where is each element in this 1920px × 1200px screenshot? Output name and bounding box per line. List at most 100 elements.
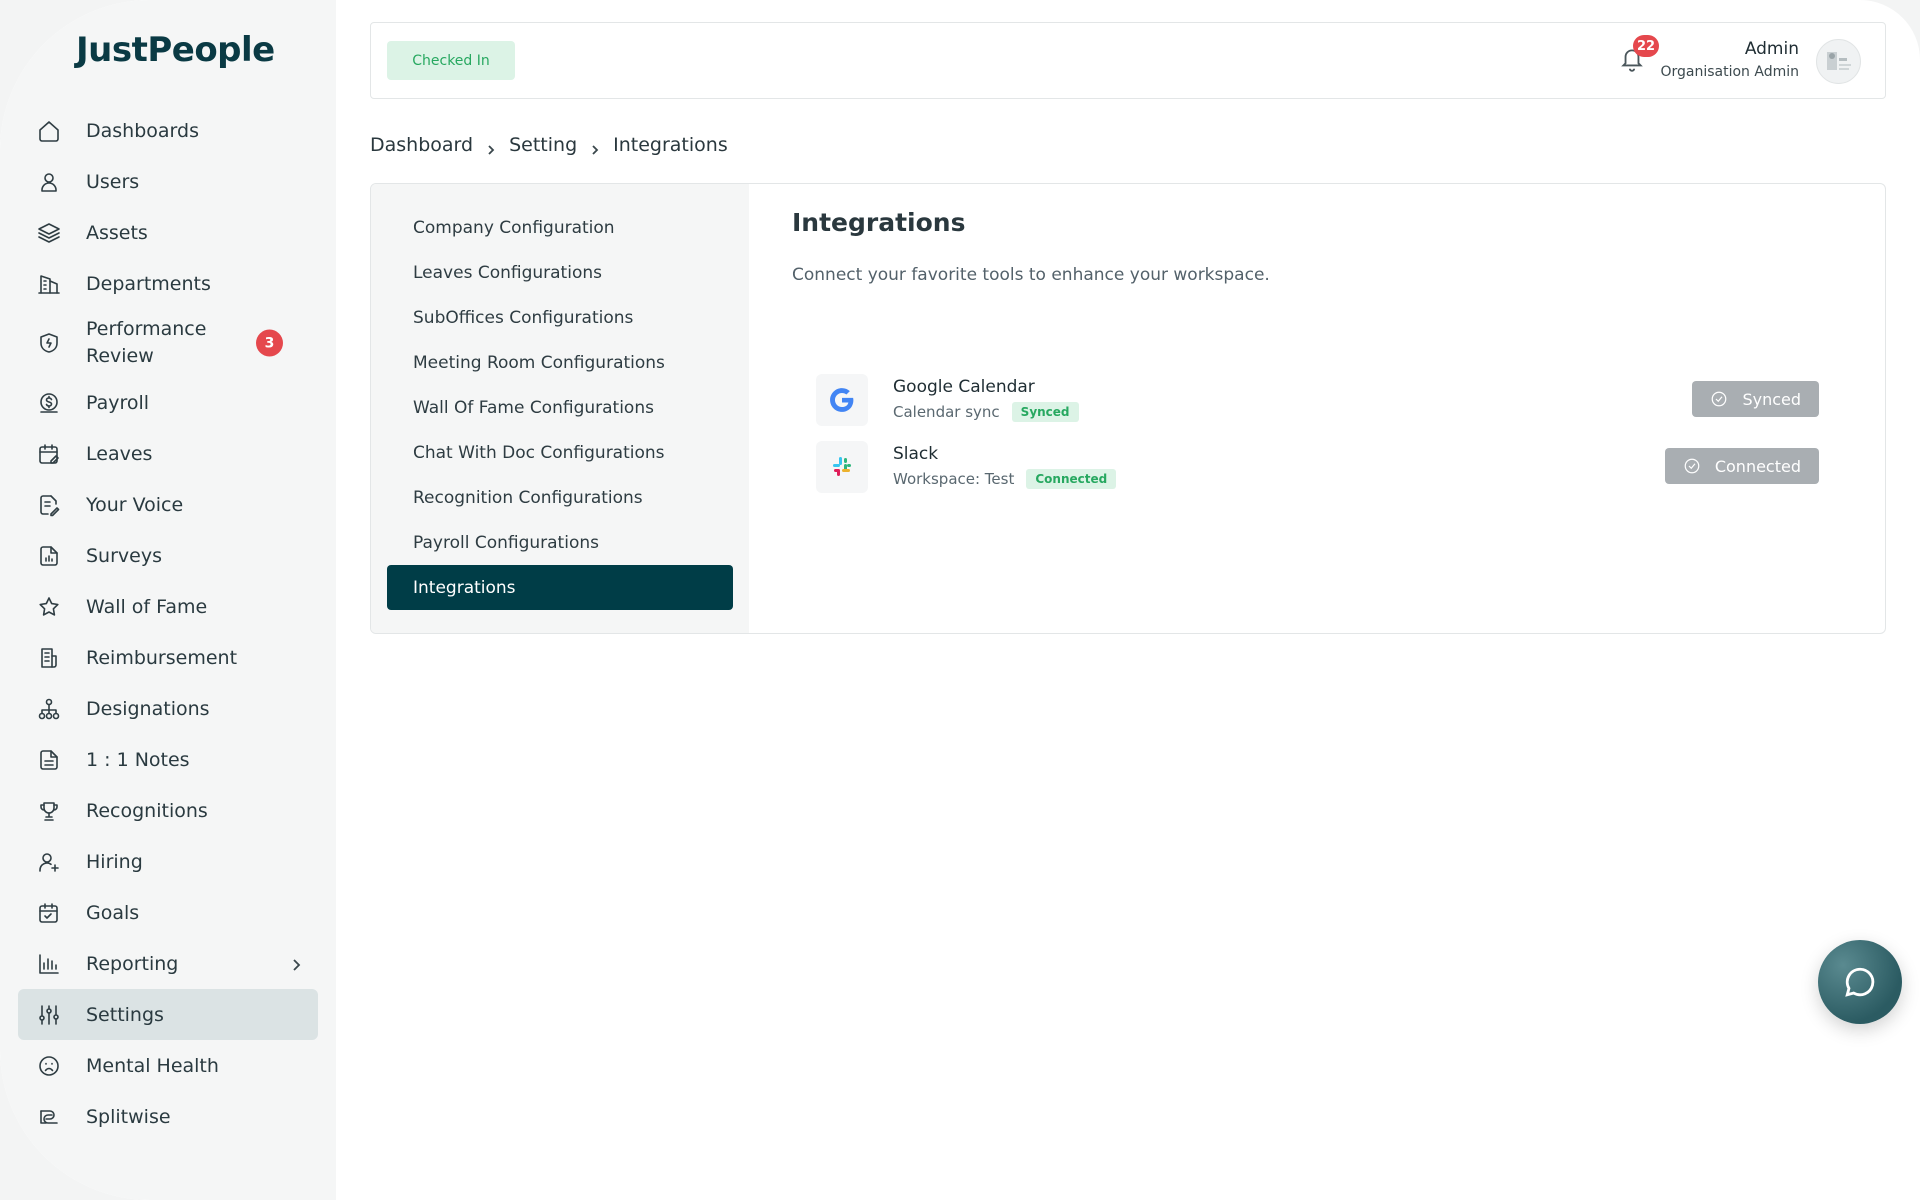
sidebar-item-label: Users bbox=[86, 170, 140, 193]
breadcrumb-integrations: Integrations bbox=[613, 134, 728, 156]
sidebar-item-label: Recognitions bbox=[86, 799, 208, 822]
sidebar-item-settings[interactable]: Settings bbox=[18, 989, 318, 1040]
page-title: Integrations bbox=[792, 208, 966, 237]
status-badge: Connected bbox=[1026, 469, 1117, 489]
integration-detail-row: Workspace: Test Connected bbox=[893, 469, 1117, 489]
synced-button[interactable]: Synced bbox=[1692, 381, 1819, 417]
integration-detail: Workspace: Test bbox=[893, 470, 1015, 488]
notes-icon bbox=[36, 747, 62, 773]
document-chart-icon bbox=[36, 543, 62, 569]
chevron-right-icon bbox=[589, 139, 601, 155]
breadcrumb: Dashboard Setting Integrations bbox=[370, 134, 728, 156]
settings-menu-chat-with-doc[interactable]: Chat With Doc Configurations bbox=[387, 430, 733, 475]
star-icon bbox=[36, 594, 62, 620]
sidebar-item-departments[interactable]: Departments bbox=[18, 258, 318, 309]
sidebar-item-users[interactable]: Users bbox=[18, 156, 318, 207]
receipt-icon bbox=[36, 645, 62, 671]
settings-menu-meeting-room[interactable]: Meeting Room Configurations bbox=[387, 340, 733, 385]
sidebar-item-wall-of-fame[interactable]: Wall of Fame bbox=[18, 581, 318, 632]
integrations-content: Integrations Connect your favorite tools… bbox=[792, 184, 1885, 633]
integration-row-slack: Slack Workspace: Test Connected Connecte… bbox=[816, 441, 1819, 493]
status-badge: Synced bbox=[1011, 402, 1079, 422]
connected-button[interactable]: Connected bbox=[1664, 448, 1819, 484]
breadcrumb-setting[interactable]: Setting bbox=[509, 134, 577, 156]
user-icon bbox=[36, 169, 62, 195]
settings-menu-suboffices[interactable]: SubOffices Configurations bbox=[387, 295, 733, 340]
settings-menu-payroll[interactable]: Payroll Configurations bbox=[387, 520, 733, 565]
page-description: Connect your favorite tools to enhance y… bbox=[792, 265, 1270, 285]
sidebar-item-label: Reporting bbox=[86, 952, 179, 975]
sidebar-item-label: Mental Health bbox=[86, 1054, 219, 1077]
settings-menu: Company Configuration Leaves Configurati… bbox=[371, 184, 749, 633]
chat-button[interactable] bbox=[1818, 940, 1902, 1024]
user-name: Admin bbox=[1744, 39, 1799, 59]
settings-menu-recognition[interactable]: Recognition Configurations bbox=[387, 475, 733, 520]
sidebar-item-label: Surveys bbox=[86, 544, 162, 567]
sidebar-item-reimbursement[interactable]: Reimbursement bbox=[18, 632, 318, 683]
sidebar-item-hiring[interactable]: Hiring bbox=[18, 836, 318, 887]
sidebar-item-label: Settings bbox=[86, 1003, 164, 1026]
sidebar-item-leaves[interactable]: Leaves bbox=[18, 428, 318, 479]
settings-menu-integrations[interactable]: Integrations bbox=[387, 565, 733, 610]
sliders-icon bbox=[36, 1002, 62, 1028]
connected-button-label: Connected bbox=[1714, 456, 1801, 476]
document-edit-icon bbox=[36, 492, 62, 518]
sidebar-item-label: Dashboards bbox=[86, 119, 199, 142]
settings-menu-wall-of-fame[interactable]: Wall Of Fame Configurations bbox=[387, 385, 733, 430]
user-role: Organisation Admin bbox=[1660, 64, 1799, 80]
check-circle-icon bbox=[1684, 458, 1700, 474]
integration-detail-row: Calendar sync Synced bbox=[893, 402, 1079, 422]
split-icon bbox=[36, 1104, 62, 1130]
sidebar-item-label: Departments bbox=[86, 272, 211, 295]
sidebar-item-label: Performance Review bbox=[86, 318, 207, 367]
integration-name: Slack bbox=[893, 444, 939, 464]
chat-bubble-icon bbox=[1845, 967, 1875, 997]
checked-in-button[interactable]: Checked In bbox=[387, 41, 515, 80]
trophy-icon bbox=[36, 798, 62, 824]
integration-name: Google Calendar bbox=[893, 377, 1035, 397]
integration-row-google-calendar: Google Calendar Calendar sync Synced Syn… bbox=[816, 374, 1819, 426]
sidebar-item-your-voice[interactable]: Your Voice bbox=[18, 479, 318, 530]
avatar[interactable] bbox=[1816, 39, 1861, 84]
sidebar-item-performance-review[interactable]: Performance Review 3 bbox=[18, 309, 318, 377]
sad-face-icon bbox=[36, 1053, 62, 1079]
sidebar-item-label: Payroll bbox=[86, 391, 150, 414]
calendar-edit-icon bbox=[36, 441, 62, 467]
calendar-check-icon bbox=[36, 900, 62, 926]
sidebar-item-label: Hiring bbox=[86, 850, 143, 873]
sidebar-item-payroll[interactable]: Payroll bbox=[18, 377, 318, 428]
layers-icon bbox=[36, 220, 62, 246]
sidebar-item-notes[interactable]: 1 : 1 Notes bbox=[18, 734, 318, 785]
top-bar: Checked In 22 Admin Organisation Admin bbox=[370, 22, 1886, 99]
sidebar-item-splitwise[interactable]: Splitwise bbox=[18, 1091, 318, 1142]
sidebar: JustPeople Dashboards Users Assets Depar… bbox=[0, 0, 336, 1200]
app-window: JustPeople Dashboards Users Assets Depar… bbox=[0, 0, 1920, 1200]
notification-badge: 3 bbox=[256, 329, 283, 357]
notification-count-badge: 22 bbox=[1633, 35, 1660, 57]
home-icon bbox=[36, 118, 62, 144]
synced-button-label: Synced bbox=[1742, 389, 1801, 409]
settings-menu-company[interactable]: Company Configuration bbox=[387, 205, 733, 250]
chevron-right-icon bbox=[288, 956, 304, 972]
dollar-icon bbox=[36, 390, 62, 416]
sidebar-item-label: Leaves bbox=[86, 442, 153, 465]
sidebar-item-label: Reimbursement bbox=[86, 646, 238, 669]
sidebar-item-reporting[interactable]: Reporting bbox=[18, 938, 318, 989]
sidebar-item-label: Assets bbox=[86, 221, 148, 244]
sidebar-item-mental-health[interactable]: Mental Health bbox=[18, 1040, 318, 1091]
breadcrumb-dashboard[interactable]: Dashboard bbox=[370, 134, 473, 156]
app-logo: JustPeople bbox=[76, 30, 275, 70]
sidebar-item-label: Wall of Fame bbox=[86, 595, 208, 618]
sidebar-item-label: Your Voice bbox=[86, 493, 184, 516]
sidebar-item-assets[interactable]: Assets bbox=[18, 207, 318, 258]
bar-chart-icon bbox=[36, 951, 62, 977]
sidebar-item-label: Designations bbox=[86, 697, 210, 720]
sidebar-item-dashboards[interactable]: Dashboards bbox=[18, 105, 318, 156]
sidebar-item-goals[interactable]: Goals bbox=[18, 887, 318, 938]
sidebar-item-surveys[interactable]: Surveys bbox=[18, 530, 318, 581]
check-circle-icon bbox=[1712, 391, 1727, 407]
sidebar-item-recognitions[interactable]: Recognitions bbox=[18, 785, 318, 836]
settings-menu-leaves[interactable]: Leaves Configurations bbox=[387, 250, 733, 295]
sidebar-item-designations[interactable]: Designations bbox=[18, 683, 318, 734]
hierarchy-icon bbox=[36, 696, 62, 722]
